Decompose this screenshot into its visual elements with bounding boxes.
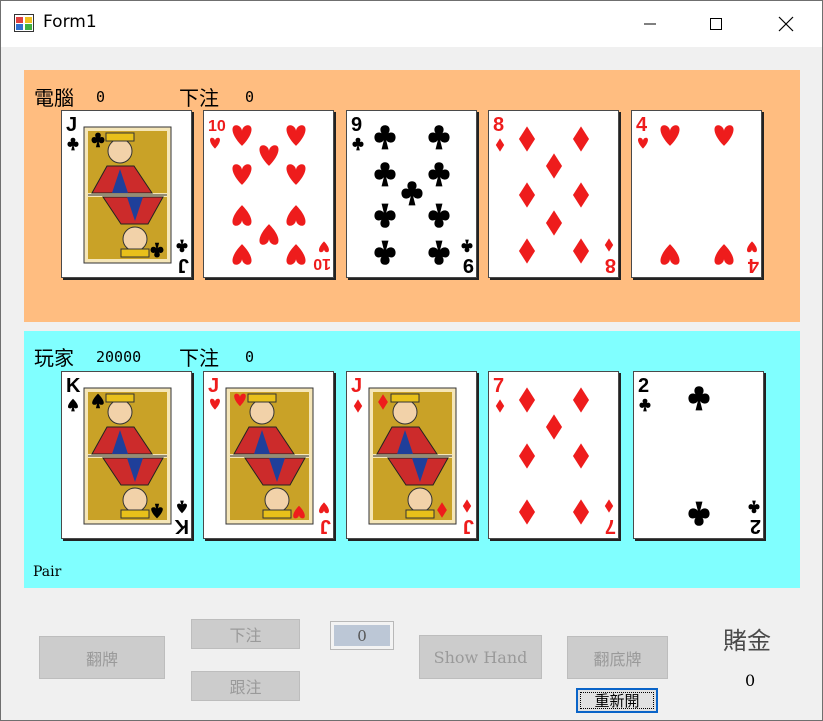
hand-result: Pair: [33, 564, 62, 580]
window-title: Form1: [43, 12, 97, 32]
close-icon: [778, 16, 794, 32]
bet-amount-value: 0: [334, 625, 390, 646]
svg-text:7: 7: [605, 515, 616, 537]
svg-text:J: J: [351, 375, 362, 397]
hearts-suit-icon: 10 10: [208, 118, 331, 272]
playing-card: 10 10: [203, 110, 334, 278]
computer-money: 0: [96, 88, 106, 106]
svg-text:10: 10: [313, 255, 331, 272]
clubs-suit-icon: 22: [638, 375, 761, 537]
svg-text:J: J: [66, 114, 77, 136]
clubs-suit-icon: JJ: [66, 114, 189, 276]
diamonds-suit-icon: 88: [493, 114, 616, 276]
diamonds-suit-icon: 77: [493, 375, 616, 537]
playing-card: JJ: [346, 371, 477, 539]
pot-title: 賭金: [723, 627, 771, 655]
flip-button[interactable]: 翻牌: [39, 636, 165, 679]
hearts-suit-icon: JJ: [208, 375, 331, 537]
bet-amount-input[interactable]: 0: [330, 621, 394, 650]
player-bet: 0: [245, 348, 255, 366]
svg-text:4: 4: [636, 114, 648, 136]
computer-bet: 0: [245, 88, 255, 106]
svg-text:K: K: [174, 515, 189, 537]
clubs-suit-icon: 99: [351, 114, 474, 276]
svg-text:10: 10: [208, 118, 226, 135]
app-icon: [14, 14, 34, 32]
pot-value: 0: [745, 671, 756, 690]
playing-card: 22: [633, 371, 764, 539]
title-bar: Form1: [1, 1, 822, 47]
svg-text:J: J: [320, 515, 331, 537]
svg-text:J: J: [463, 515, 474, 537]
player-bet-label: 下注: [179, 346, 219, 370]
maximize-icon: [710, 18, 722, 30]
call-button[interactable]: 跟注: [191, 671, 300, 701]
hearts-suit-icon: 44: [636, 114, 759, 276]
svg-text:4: 4: [747, 254, 759, 276]
reveal-hole-card-button[interactable]: 翻底牌: [567, 636, 668, 679]
show-hand-button[interactable]: Show Hand: [419, 635, 542, 679]
playing-card: JJ: [203, 371, 334, 539]
svg-text:2: 2: [750, 515, 761, 537]
svg-text:9: 9: [463, 254, 474, 276]
svg-text:J: J: [178, 254, 189, 276]
minimize-button[interactable]: [627, 1, 673, 47]
restart-button[interactable]: 重新開: [576, 688, 658, 713]
svg-text:8: 8: [605, 254, 616, 276]
playing-card: JJ: [61, 110, 192, 278]
svg-text:8: 8: [493, 114, 504, 136]
playing-card: KK: [61, 371, 192, 539]
svg-text:7: 7: [493, 375, 504, 397]
maximize-button[interactable]: [693, 1, 739, 47]
app-window: Form1 電腦 0 下注 0 J J 10 10 9 9 8 8 4 4 玩家 20000 下注…: [0, 0, 823, 721]
computer-panel: 電腦 0 下注 0 J J 10 10 9 9 8 8 4 4: [24, 70, 800, 322]
minimize-icon: [644, 23, 656, 25]
computer-bet-label: 下注: [179, 86, 219, 110]
computer-name-label: 電腦: [34, 86, 74, 110]
playing-card: 99: [346, 110, 477, 278]
diamonds-suit-icon: JJ: [351, 375, 474, 537]
player-panel: 玩家 20000 下注 0 KKJJJJ7722 Pair: [24, 331, 800, 588]
spades-suit-icon: KK: [66, 375, 189, 537]
player-name-label: 玩家: [34, 346, 74, 370]
svg-text:9: 9: [351, 114, 362, 136]
svg-text:J: J: [208, 375, 219, 397]
player-money: 20000: [96, 348, 142, 366]
playing-card: 44: [631, 110, 762, 278]
svg-text:2: 2: [638, 375, 649, 397]
close-button[interactable]: [763, 1, 809, 47]
bet-button[interactable]: 下注: [191, 619, 300, 649]
svg-text:K: K: [66, 375, 81, 397]
playing-card: 88: [488, 110, 619, 278]
playing-card: 77: [488, 371, 619, 539]
